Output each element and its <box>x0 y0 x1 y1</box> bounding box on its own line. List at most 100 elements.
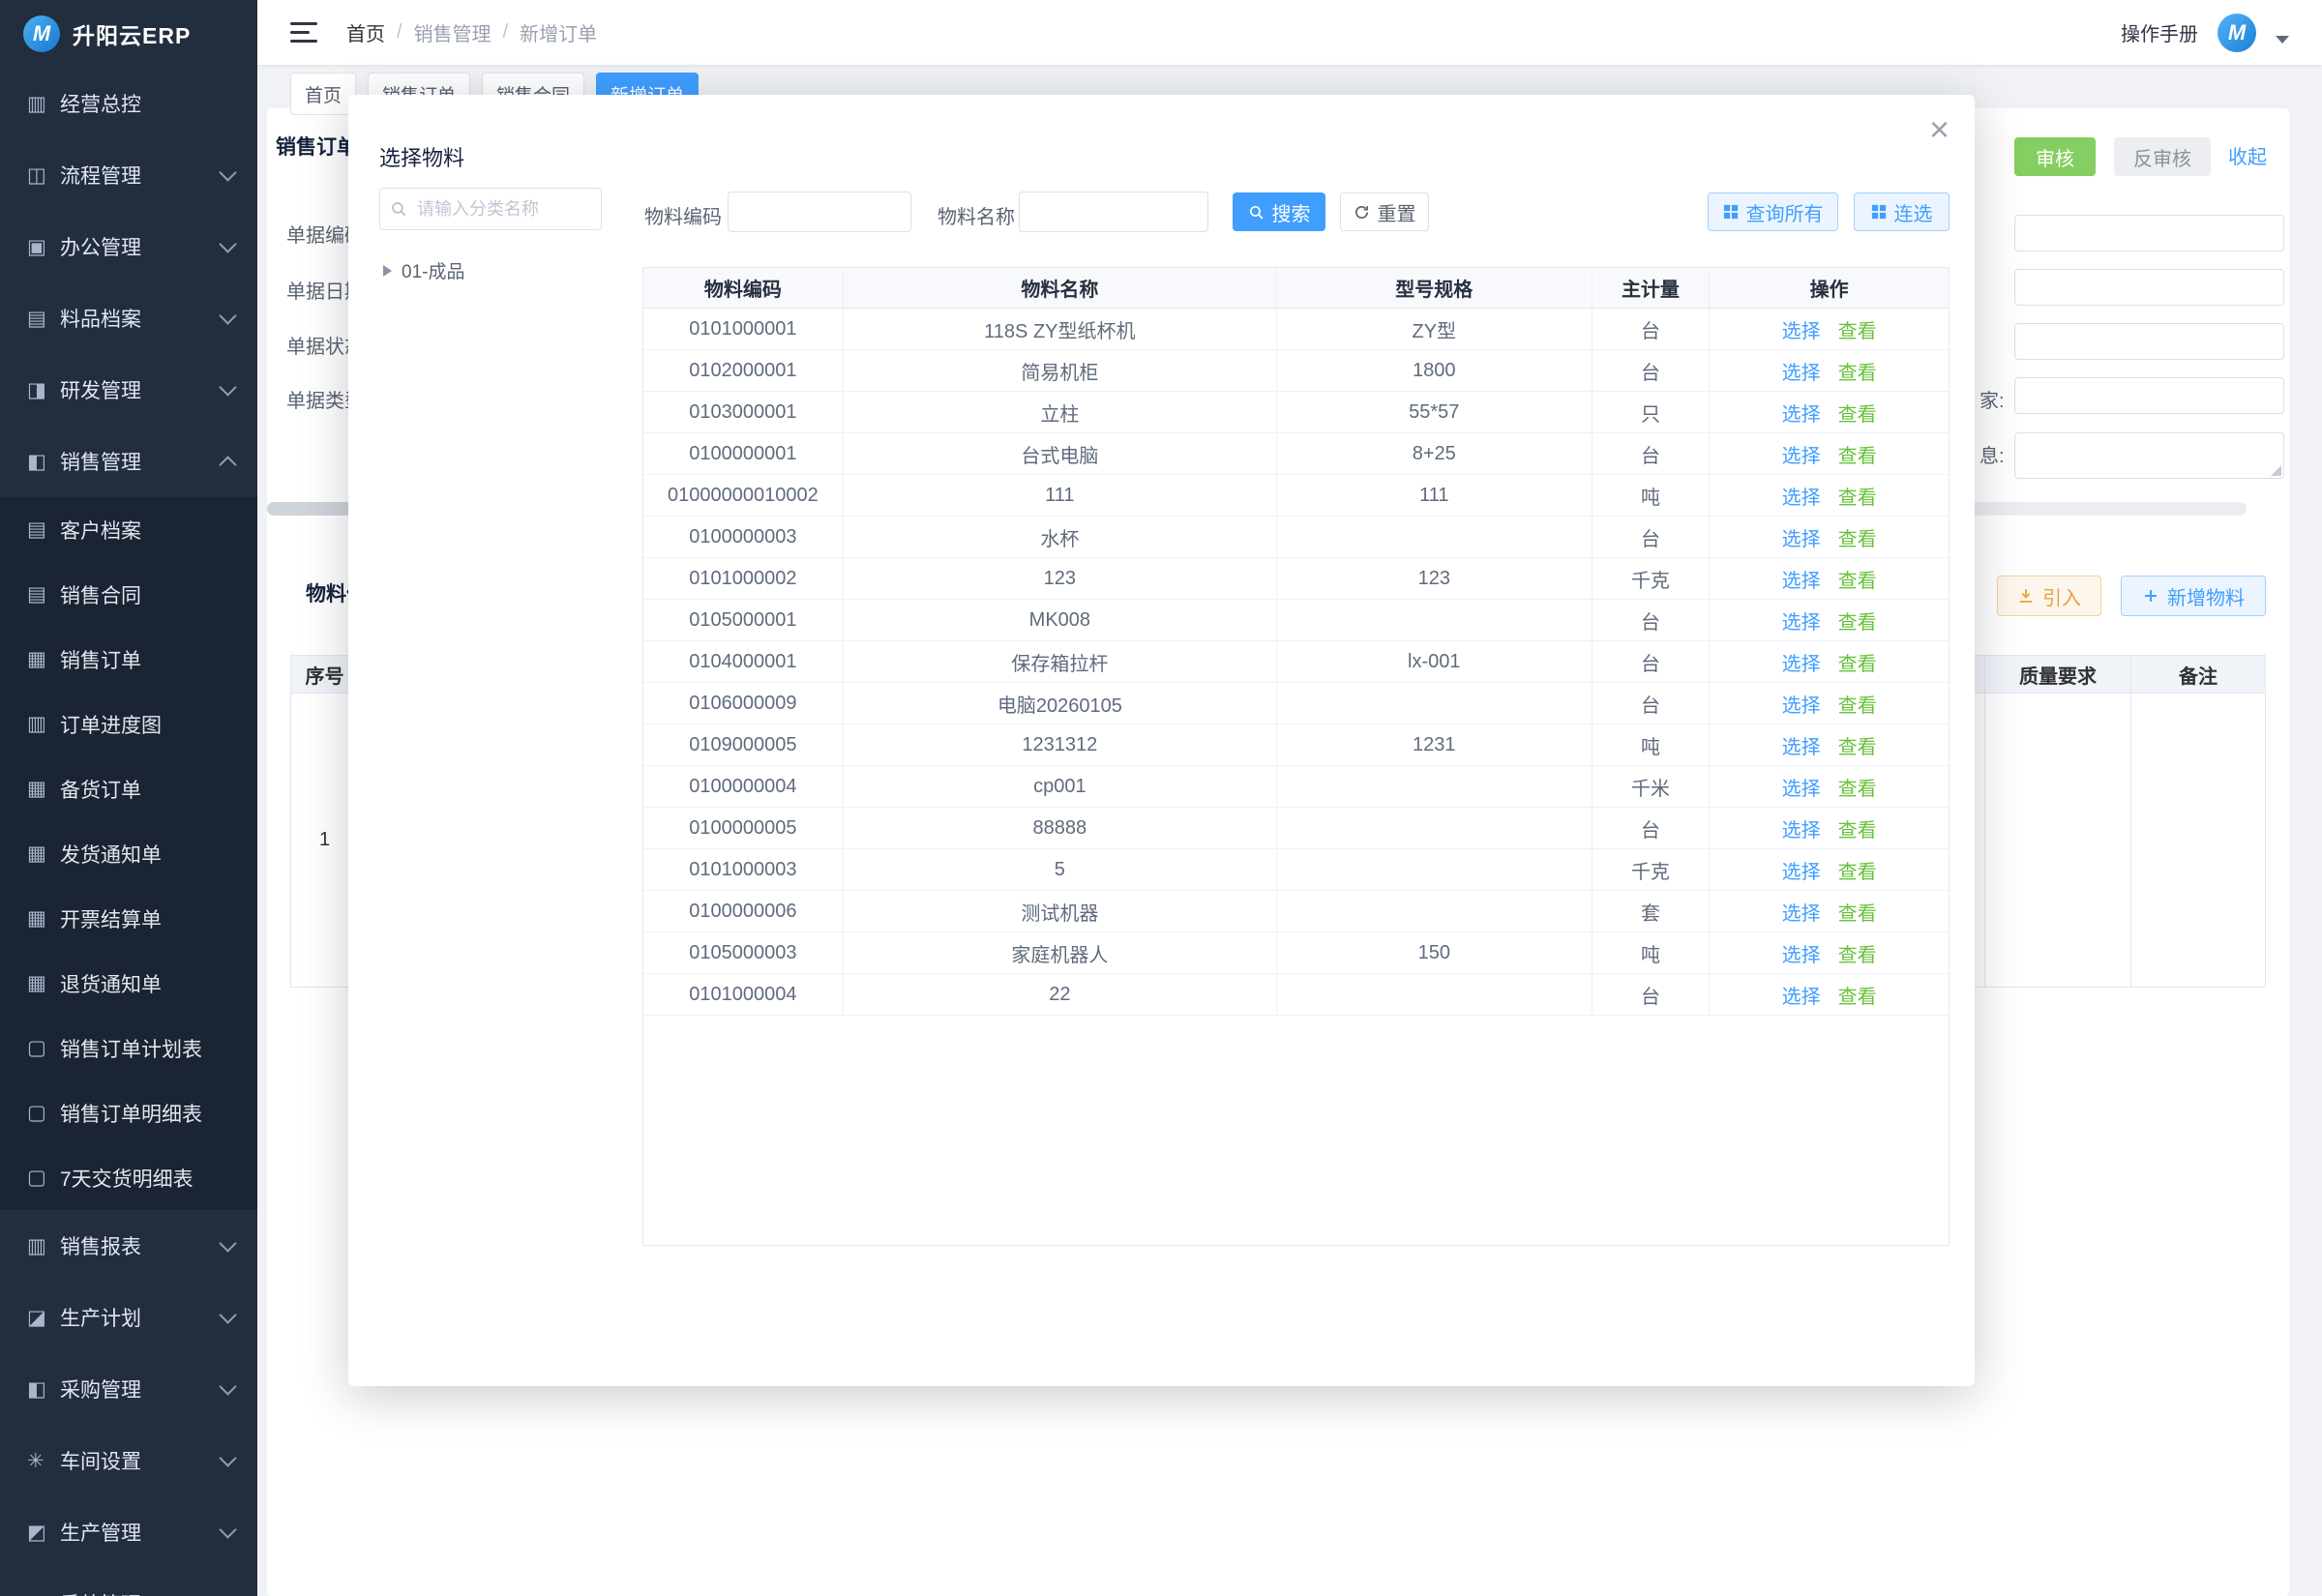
select-link[interactable]: 选择 <box>1782 440 1821 468</box>
material-code-cell: 0100000003 <box>643 517 844 558</box>
select-link[interactable]: 选择 <box>1782 357 1821 385</box>
select-link[interactable]: 选择 <box>1782 898 1821 926</box>
audit-button[interactable]: 审核 <box>2014 137 2096 176</box>
material-unit-cell: 台 <box>1593 309 1711 350</box>
view-link[interactable]: 查看 <box>1838 399 1877 427</box>
material-unit-cell: 台 <box>1593 683 1711 724</box>
material-actions-cell: 选择 查看 <box>1710 475 1949 517</box>
sidebar-item-process[interactable]: ◫ 流程管理 <box>0 139 257 211</box>
select-link[interactable]: 选择 <box>1782 482 1821 510</box>
grid-header-quality: 质量要求 <box>1985 656 2131 693</box>
select-link[interactable]: 选择 <box>1782 648 1821 676</box>
select-link[interactable]: 选择 <box>1782 939 1821 967</box>
order-form-input-2[interactable] <box>2014 269 2284 306</box>
sidebar-item-workshop-settings[interactable]: ✳ 车间设置 <box>0 1425 257 1496</box>
select-link[interactable]: 选择 <box>1782 856 1821 884</box>
material-unit-cell: 台 <box>1593 641 1711 683</box>
select-link[interactable]: 选择 <box>1782 981 1821 1009</box>
sidebar-item-order-plan-table[interactable]: ▢ 销售订单计划表 <box>0 1016 257 1080</box>
sidebar-item-label: 采购管理 <box>60 1374 222 1404</box>
tab-home[interactable]: 首页 <box>290 73 356 115</box>
view-link[interactable]: 查看 <box>1838 648 1877 676</box>
multi-select-button[interactable]: 连选 <box>1854 192 1950 231</box>
sidebar-item-production[interactable]: ◩ 生产管理 <box>0 1496 257 1568</box>
search-icon <box>390 200 407 218</box>
view-link[interactable]: 查看 <box>1838 814 1877 842</box>
breadcrumb-item-2[interactable]: 新增订单 <box>520 18 597 46</box>
view-link[interactable]: 查看 <box>1838 773 1877 801</box>
add-material-button[interactable]: 新增物料 <box>2121 576 2266 616</box>
view-link[interactable]: 查看 <box>1838 357 1877 385</box>
select-link[interactable]: 选择 <box>1782 814 1821 842</box>
select-link[interactable]: 选择 <box>1782 690 1821 718</box>
select-link[interactable]: 选择 <box>1782 523 1821 551</box>
sidebar-item-delivery-notice[interactable]: ▦ 发货通知单 <box>0 821 257 886</box>
sidebar-item-sales-report[interactable]: ▥ 销售报表 <box>0 1210 257 1282</box>
material-actions-cell: 选择 查看 <box>1710 600 1949 641</box>
sidebar-item-order-detail-table[interactable]: ▢ 销售订单明细表 <box>0 1080 257 1145</box>
return-notice-icon: ▦ <box>27 971 60 995</box>
order-remark-textarea[interactable] <box>2014 432 2284 479</box>
sidebar-item-rd[interactable]: ◨ 研发管理 <box>0 354 257 426</box>
view-link[interactable]: 查看 <box>1838 856 1877 884</box>
breadcrumb-item-0[interactable]: 首页 <box>346 18 385 46</box>
sidebar-item-seven-day-delivery[interactable]: ▢ 7天交货明细表 <box>0 1145 257 1210</box>
select-link[interactable]: 选择 <box>1782 315 1821 343</box>
view-link[interactable]: 查看 <box>1838 690 1877 718</box>
collapse-menu-icon[interactable] <box>290 22 317 43</box>
view-link[interactable]: 查看 <box>1838 731 1877 759</box>
view-link[interactable]: 查看 <box>1838 898 1877 926</box>
material-actions-cell: 选择 查看 <box>1710 974 1949 1016</box>
collapse-link[interactable]: 收起 <box>2228 141 2267 169</box>
select-link[interactable]: 选择 <box>1782 606 1821 635</box>
category-search-input[interactable] <box>415 198 591 221</box>
reset-button[interactable]: 重置 <box>1340 192 1429 231</box>
unaudit-button[interactable]: 反审核 <box>2114 137 2211 176</box>
view-link[interactable]: 查看 <box>1838 440 1877 468</box>
sidebar-item-purchase[interactable]: ◧ 采购管理 <box>0 1353 257 1425</box>
sidebar-item-production-plan[interactable]: ◪ 生产计划 <box>0 1282 257 1353</box>
material-code-input[interactable] <box>728 192 911 232</box>
sidebar-item-return-notice[interactable]: ▦ 退货通知单 <box>0 951 257 1016</box>
view-link[interactable]: 查看 <box>1838 482 1877 510</box>
query-all-button[interactable]: 查询所有 <box>1708 192 1838 231</box>
avatar[interactable]: M <box>2218 14 2256 52</box>
select-link[interactable]: 选择 <box>1782 773 1821 801</box>
order-form-input-3[interactable] <box>2014 323 2284 360</box>
view-link[interactable]: 查看 <box>1838 523 1877 551</box>
sidebar-item-sales-contract[interactable]: ▤ 销售合同 <box>0 562 257 627</box>
view-link[interactable]: 查看 <box>1838 606 1877 635</box>
sidebar-item-label: 销售合同 <box>60 580 234 609</box>
import-button[interactable]: 引入 <box>1997 576 2101 616</box>
chevron-down-icon[interactable] <box>2276 36 2289 44</box>
sidebar-item-material-archive[interactable]: ▤ 料品档案 <box>0 282 257 354</box>
order-form-input-4[interactable] <box>2014 377 2284 414</box>
view-link[interactable]: 查看 <box>1838 981 1877 1009</box>
delivery-notice-icon: ▦ <box>27 842 60 866</box>
material-actions-cell: 选择 查看 <box>1710 724 1949 766</box>
material-name-input[interactable] <box>1019 192 1208 232</box>
select-link[interactable]: 选择 <box>1782 565 1821 593</box>
sidebar-item-dashboard[interactable]: ▥ 经营总控 <box>0 68 257 139</box>
tree-node-finished-goods[interactable]: 01-成品 <box>383 257 464 283</box>
select-link[interactable]: 选择 <box>1782 731 1821 759</box>
sidebar-item-invoice-settle[interactable]: ▦ 开票结算单 <box>0 886 257 951</box>
select-link[interactable]: 选择 <box>1782 399 1821 427</box>
sidebar-item-office[interactable]: ▣ 办公管理 <box>0 211 257 282</box>
view-link[interactable]: 查看 <box>1838 565 1877 593</box>
breadcrumb-item-1[interactable]: 销售管理 <box>414 18 491 46</box>
order-form-input-1[interactable] <box>2014 215 2284 251</box>
search-button[interactable]: 搜索 <box>1233 192 1325 231</box>
view-link[interactable]: 查看 <box>1838 939 1877 967</box>
sidebar-item-sales[interactable]: ◧ 销售管理 <box>0 426 257 497</box>
sidebar-item-customer-files[interactable]: ▤ 客户档案 <box>0 497 257 562</box>
sidebar-item-sales-order[interactable]: ▦ 销售订单 <box>0 627 257 692</box>
sidebar-item-stock-order[interactable]: ▦ 备货订单 <box>0 756 257 821</box>
close-icon[interactable]: × <box>1929 112 1950 147</box>
view-link[interactable]: 查看 <box>1838 315 1877 343</box>
material-name-cell: 5 <box>844 849 1277 891</box>
manual-link[interactable]: 操作手册 <box>2121 18 2198 46</box>
customer-file-icon: ▤ <box>27 517 60 542</box>
sidebar-item-order-progress[interactable]: ▥ 订单进度图 <box>0 692 257 756</box>
sidebar-item-outsourcing[interactable]: ◫ 委外管理 <box>0 1568 257 1596</box>
